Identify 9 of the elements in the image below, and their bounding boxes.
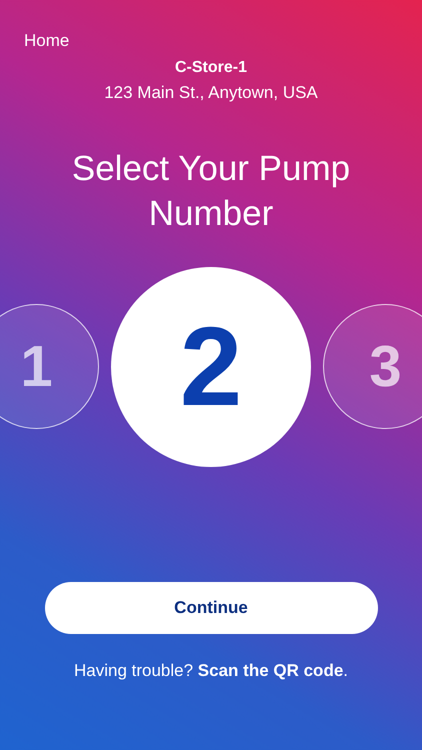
help-text: Having trouble? Scan the QR code.	[74, 660, 348, 680]
page-title: Select Your Pump Number	[70, 148, 352, 235]
pump-option[interactable]: 3	[323, 304, 422, 429]
pump-option[interactable]: 2	[111, 266, 311, 466]
home-link[interactable]: Home	[24, 31, 70, 50]
store-address: 123 Main St., Anytown, USA	[103, 82, 319, 104]
pump-option[interactable]: 1	[0, 304, 99, 429]
store-name: C-Store-1	[174, 58, 248, 78]
continue-button[interactable]: Continue	[44, 582, 378, 634]
